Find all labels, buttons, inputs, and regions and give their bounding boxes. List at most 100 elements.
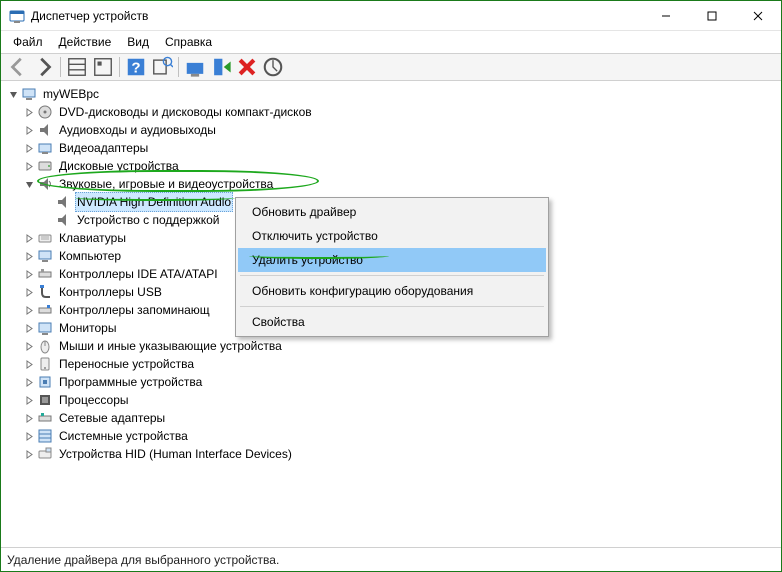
tree-category[interactable]: Сетевые адаптеры bbox=[23, 409, 781, 427]
chevron-right-icon[interactable] bbox=[23, 358, 35, 370]
context-menu-item[interactable]: Отключить устройство bbox=[238, 224, 546, 248]
update-driver-button[interactable] bbox=[183, 56, 207, 78]
chevron-right-icon[interactable] bbox=[23, 142, 35, 154]
category-icon bbox=[37, 338, 53, 354]
category-label: Системные устройства bbox=[57, 427, 190, 445]
statusbar: Удаление драйвера для выбранного устройс… bbox=[1, 547, 781, 571]
category-icon bbox=[37, 410, 53, 426]
properties-button[interactable] bbox=[91, 56, 115, 78]
enable-device-button[interactable] bbox=[209, 56, 233, 78]
chevron-right-icon[interactable] bbox=[23, 322, 35, 334]
context-menu-separator bbox=[240, 306, 544, 307]
context-menu-item[interactable]: Удалить устройство bbox=[238, 248, 546, 272]
menu-help[interactable]: Справка bbox=[157, 33, 220, 51]
category-label: Видеоадаптеры bbox=[57, 139, 150, 157]
computer-icon bbox=[21, 86, 37, 102]
root-label: myWEBpc bbox=[41, 85, 101, 103]
tree-root[interactable]: myWEBpc bbox=[7, 85, 781, 103]
chevron-right-icon[interactable] bbox=[23, 394, 35, 406]
tree-category[interactable]: Устройства HID (Human Interface Devices) bbox=[23, 445, 781, 463]
chevron-right-icon[interactable] bbox=[23, 268, 35, 280]
category-label: Звуковые, игровые и видеоустройства bbox=[57, 175, 275, 193]
chevron-right-icon[interactable] bbox=[23, 250, 35, 262]
category-icon bbox=[37, 392, 53, 408]
minimize-button[interactable] bbox=[643, 1, 689, 31]
chevron-right-icon[interactable] bbox=[23, 412, 35, 424]
tree-category[interactable]: Мыши и иные указывающие устройства bbox=[23, 337, 781, 355]
category-label: Сетевые адаптеры bbox=[57, 409, 167, 427]
chevron-right-icon[interactable] bbox=[23, 304, 35, 316]
uninstall-device-button[interactable] bbox=[235, 56, 259, 78]
speaker-icon bbox=[55, 212, 71, 228]
category-icon bbox=[37, 248, 53, 264]
chevron-right-icon[interactable] bbox=[23, 160, 35, 172]
chevron-right-icon[interactable] bbox=[23, 232, 35, 244]
device-tree[interactable]: myWEBpc DVD-дисководы и дисководы компак… bbox=[1, 81, 781, 547]
svg-text:?: ? bbox=[131, 60, 140, 77]
tree-category[interactable]: Системные устройства bbox=[23, 427, 781, 445]
menu-action[interactable]: Действие bbox=[51, 33, 120, 51]
help-button[interactable]: ? bbox=[124, 56, 148, 78]
chevron-right-icon[interactable] bbox=[23, 340, 35, 352]
tree-category[interactable]: DVD-дисководы и дисководы компакт-дисков bbox=[23, 103, 781, 121]
menubar: Файл Действие Вид Справка bbox=[1, 31, 781, 53]
chevron-right-icon[interactable] bbox=[23, 124, 35, 136]
context-menu-item[interactable]: Обновить конфигурацию оборудования bbox=[238, 279, 546, 303]
category-icon bbox=[37, 302, 53, 318]
chevron-right-icon[interactable] bbox=[23, 430, 35, 442]
tree-category[interactable]: Аудиовходы и аудиовыходы bbox=[23, 121, 781, 139]
category-label: Мониторы bbox=[57, 319, 118, 337]
category-label: Контроллеры USB bbox=[57, 283, 164, 301]
category-icon bbox=[37, 158, 53, 174]
category-label: DVD-дисководы и дисководы компакт-дисков bbox=[57, 103, 314, 121]
category-icon bbox=[37, 446, 53, 462]
close-button[interactable] bbox=[735, 1, 781, 31]
chevron-right-icon[interactable] bbox=[23, 286, 35, 298]
category-label: Контроллеры IDE ATA/ATAPI bbox=[57, 265, 220, 283]
chevron-right-icon[interactable] bbox=[23, 376, 35, 388]
maximize-button[interactable] bbox=[689, 1, 735, 31]
tree-category[interactable]: Видеоадаптеры bbox=[23, 139, 781, 157]
app-icon bbox=[9, 8, 25, 24]
context-menu-item[interactable]: Обновить драйвер bbox=[238, 200, 546, 224]
category-label: Компьютер bbox=[57, 247, 123, 265]
tree-category[interactable]: Программные устройства bbox=[23, 373, 781, 391]
chevron-right-icon[interactable] bbox=[23, 448, 35, 460]
context-menu: Обновить драйверОтключить устройствоУдал… bbox=[235, 197, 549, 337]
category-icon bbox=[37, 374, 53, 390]
device-label: NVIDIA High Definition Audio bbox=[75, 192, 233, 212]
category-icon bbox=[37, 284, 53, 300]
category-icon bbox=[37, 230, 53, 246]
category-label: Аудиовходы и аудиовыходы bbox=[57, 121, 218, 139]
context-menu-separator bbox=[240, 275, 544, 276]
tree-category[interactable]: Процессоры bbox=[23, 391, 781, 409]
device-label: Устройство с поддержкой bbox=[75, 211, 222, 229]
back-button[interactable] bbox=[6, 56, 30, 78]
tree-category[interactable]: Звуковые, игровые и видеоустройства bbox=[23, 175, 781, 193]
category-icon bbox=[37, 266, 53, 282]
chevron-down-icon[interactable] bbox=[23, 178, 35, 190]
menu-file[interactable]: Файл bbox=[5, 33, 51, 51]
tree-category[interactable]: Переносные устройства bbox=[23, 355, 781, 373]
forward-button[interactable] bbox=[32, 56, 56, 78]
context-menu-item[interactable]: Свойства bbox=[238, 310, 546, 334]
category-icon bbox=[37, 140, 53, 156]
window-frame: Диспетчер устройств Файл Действие Вид Сп… bbox=[0, 0, 782, 572]
window-title: Диспетчер устройств bbox=[31, 9, 148, 23]
toolbar: ? bbox=[1, 53, 781, 81]
category-icon bbox=[37, 104, 53, 120]
scan-changes-button[interactable] bbox=[261, 56, 285, 78]
show-hide-tree-button[interactable] bbox=[65, 56, 89, 78]
spacer bbox=[41, 214, 53, 226]
category-label: Процессоры bbox=[57, 391, 131, 409]
category-label: Дисковые устройства bbox=[57, 157, 181, 175]
category-label: Переносные устройства bbox=[57, 355, 196, 373]
spacer bbox=[41, 196, 53, 208]
tree-category[interactable]: Дисковые устройства bbox=[23, 157, 781, 175]
menu-view[interactable]: Вид bbox=[119, 33, 157, 51]
scan-hardware-button[interactable] bbox=[150, 56, 174, 78]
chevron-down-icon[interactable] bbox=[7, 88, 19, 100]
chevron-right-icon[interactable] bbox=[23, 106, 35, 118]
category-icon bbox=[37, 356, 53, 372]
statusbar-text: Удаление драйвера для выбранного устройс… bbox=[7, 553, 279, 567]
